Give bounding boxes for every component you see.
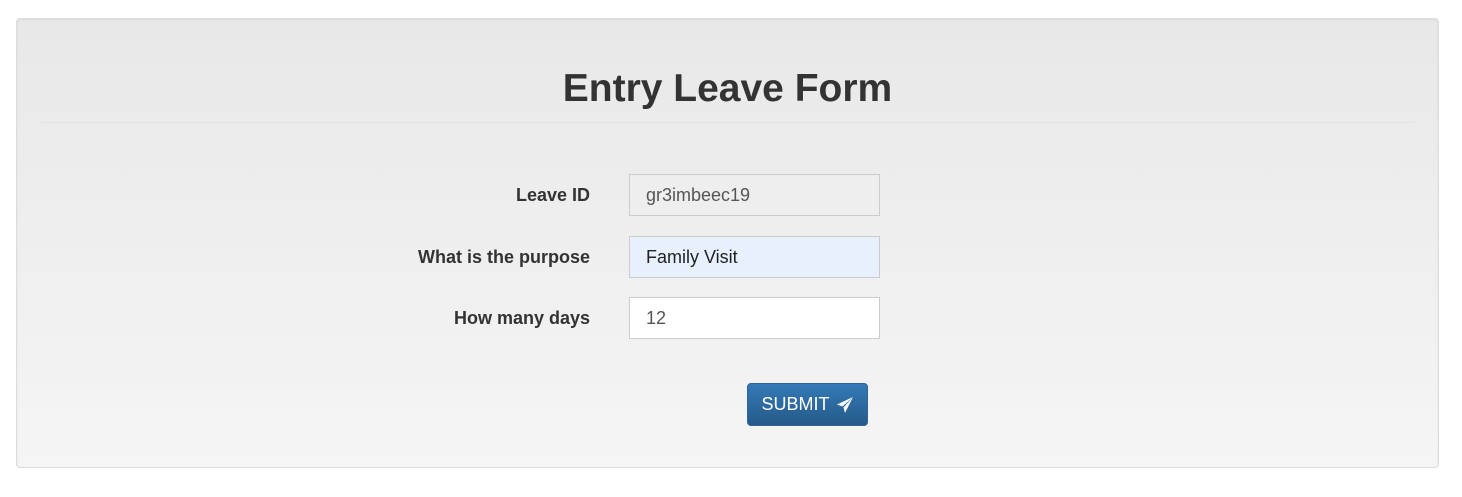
purpose-label: What is the purpose [417, 247, 590, 267]
title-divider [41, 122, 1414, 123]
submit-button-label: SUBMIT [761, 394, 830, 414]
leave-id-field[interactable] [629, 174, 880, 216]
page-title: Entry Leave Form [562, 67, 893, 110]
submit-button[interactable]: SUBMIT [747, 383, 868, 426]
leave-form-panel: Entry Leave Form Leave ID What is the pu… [16, 18, 1439, 468]
leave-id-label: Leave ID [515, 185, 590, 205]
days-label: How many days [453, 308, 590, 328]
days-field[interactable] [629, 297, 880, 339]
purpose-field[interactable] [629, 236, 880, 278]
paper-plane-icon [836, 396, 853, 413]
